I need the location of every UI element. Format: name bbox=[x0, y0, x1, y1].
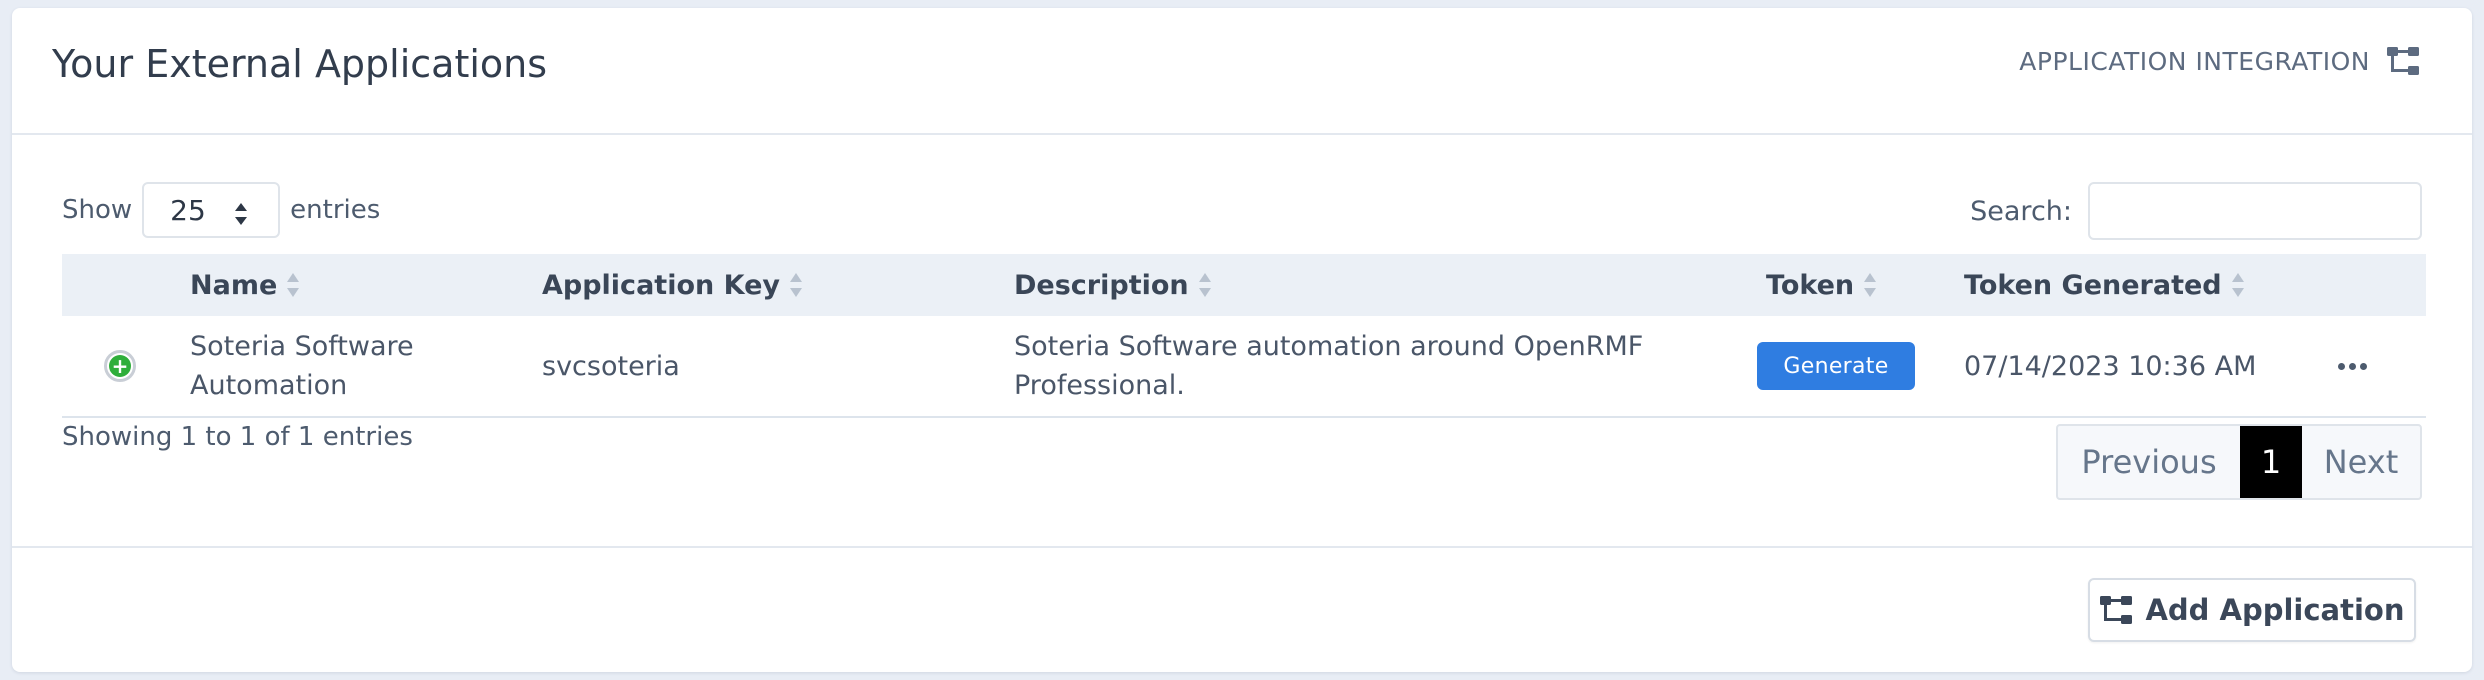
column-header-label: Application Key bbox=[542, 269, 780, 301]
entries-per-page-value: 25 bbox=[170, 193, 206, 227]
search-input[interactable] bbox=[2088, 182, 2422, 240]
external-applications-card: Your External Applications APPLICATION I… bbox=[12, 8, 2472, 672]
previous-page-button[interactable]: Previous bbox=[2058, 426, 2240, 498]
application-name-line1: Soteria Software bbox=[190, 331, 414, 362]
more-actions-icon[interactable] bbox=[2330, 355, 2375, 378]
column-header-token[interactable]: Token bbox=[1766, 254, 1878, 316]
application-integration-label: APPLICATION INTEGRATION bbox=[2019, 46, 2370, 76]
add-application-button[interactable]: Add Application bbox=[2088, 578, 2416, 642]
entries-per-page-select[interactable]: 25 bbox=[142, 182, 281, 238]
description-line2: Professional. bbox=[1014, 370, 1185, 401]
sort-icon bbox=[2230, 270, 2246, 300]
generate-token-button[interactable]: Generate bbox=[1757, 342, 1915, 390]
column-header-label: Description bbox=[1014, 269, 1189, 301]
application-name-line2: Automation bbox=[190, 370, 348, 401]
description-cell: Soteria Software automation around OpenR… bbox=[1014, 316, 1714, 416]
show-label: Show bbox=[62, 195, 133, 225]
table-row: + Soteria Software Automation svcsoteria… bbox=[62, 316, 2426, 418]
column-header-application-key[interactable]: Application Key bbox=[542, 254, 804, 316]
actions-cell bbox=[2330, 316, 2375, 416]
token-cell: Generate bbox=[1757, 316, 1915, 416]
card-header: Your External Applications APPLICATION I… bbox=[12, 8, 2472, 135]
table-info: Showing 1 to 1 of 1 entries bbox=[62, 422, 413, 452]
application-integration-link[interactable]: APPLICATION INTEGRATION bbox=[2019, 44, 2420, 78]
application-key-cell: svcsoteria bbox=[542, 350, 680, 382]
page-title: Your External Applications bbox=[52, 42, 548, 86]
column-header-label: Token Generated bbox=[1964, 269, 2222, 301]
applications-table: Name Application Key Description Token T… bbox=[62, 254, 2426, 418]
expand-row-button[interactable]: + bbox=[104, 350, 136, 382]
column-header-label: Name bbox=[190, 269, 278, 301]
expand-cell: + bbox=[104, 316, 136, 416]
add-application-label: Add Application bbox=[2145, 593, 2405, 627]
name-cell: Soteria Software Automation bbox=[190, 316, 510, 416]
sort-icon bbox=[1197, 270, 1213, 300]
select-arrows-icon bbox=[234, 200, 248, 225]
sitemap-icon bbox=[2099, 593, 2133, 627]
sitemap-icon bbox=[2386, 44, 2420, 78]
token-generated-cell: 07/14/2023 10:36 AM bbox=[1964, 350, 2257, 382]
column-header-description[interactable]: Description bbox=[1014, 254, 1213, 316]
column-header-token-generated[interactable]: Token Generated bbox=[1964, 254, 2246, 316]
sort-icon bbox=[788, 270, 804, 300]
sort-icon bbox=[285, 270, 301, 300]
search-label: Search: bbox=[1970, 195, 2072, 227]
entries-length-control: Show 25 entries bbox=[62, 182, 380, 238]
column-header-name[interactable]: Name bbox=[190, 254, 301, 316]
pagination: Previous 1 Next bbox=[2056, 424, 2422, 500]
next-page-button[interactable]: Next bbox=[2302, 426, 2420, 498]
entries-label: entries bbox=[290, 195, 381, 225]
plus-icon: + bbox=[109, 355, 131, 377]
table-header: Name Application Key Description Token T… bbox=[62, 254, 2426, 316]
page-1-button[interactable]: 1 bbox=[2240, 426, 2302, 498]
sort-icon bbox=[1862, 270, 1878, 300]
card-footer: Add Application bbox=[12, 546, 2472, 672]
description-line1: Soteria Software automation around OpenR… bbox=[1014, 331, 1644, 362]
search-control: Search: bbox=[1970, 182, 2422, 240]
column-header-label: Token bbox=[1766, 269, 1855, 301]
